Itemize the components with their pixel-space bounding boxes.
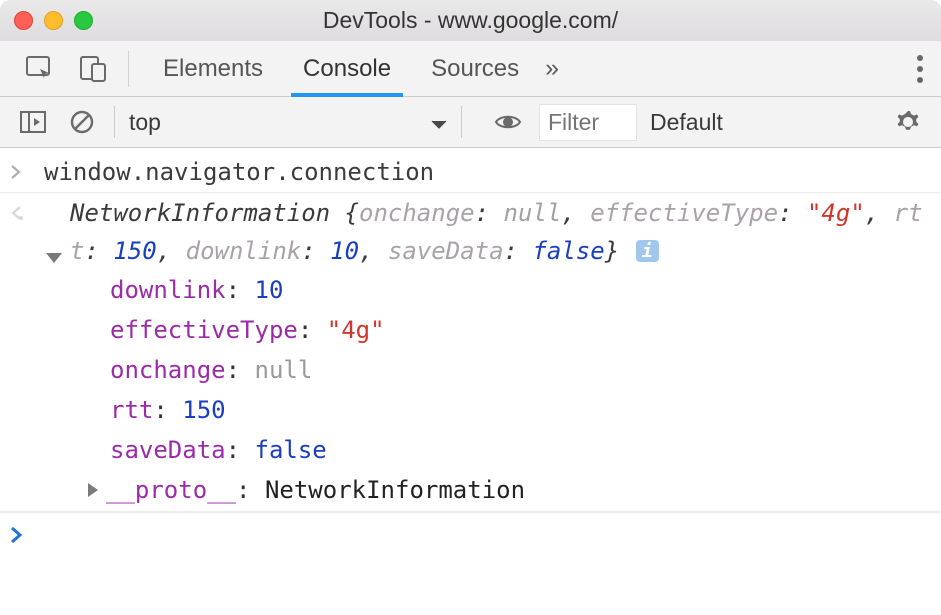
property-rtt[interactable]: rtt: 150	[110, 390, 925, 430]
panel-tabbar: Elements Console Sources »	[0, 41, 941, 97]
panel-tabs: Elements Console Sources	[143, 41, 539, 96]
context-label: top	[129, 109, 161, 136]
tabs-overflow-icon[interactable]: »	[545, 54, 559, 83]
input-caret-icon	[10, 153, 44, 191]
output-caret-icon	[10, 194, 44, 232]
prompt-caret-icon	[10, 517, 44, 555]
tab-console[interactable]: Console	[283, 41, 411, 96]
tab-elements[interactable]: Elements	[143, 41, 283, 96]
toggle-sidebar-icon[interactable]	[14, 111, 52, 133]
console-input-row: window.navigator.connection	[0, 152, 941, 193]
filter-input[interactable]	[540, 105, 636, 140]
settings-gear-icon[interactable]	[889, 109, 927, 135]
tab-sources[interactable]: Sources	[411, 41, 539, 96]
expand-right-icon[interactable]	[88, 483, 98, 497]
property-onchange[interactable]: onchange: null	[110, 350, 925, 390]
clear-console-icon[interactable]	[64, 110, 100, 134]
console-toolbar: top Default	[0, 97, 941, 148]
property-savedata[interactable]: saveData: false	[110, 430, 925, 470]
object-properties: downlink: 10 effectiveType: "4g" onchang…	[44, 270, 925, 510]
property-effectivetype[interactable]: effectiveType: "4g"	[110, 310, 925, 350]
console-command[interactable]: window.navigator.connection	[44, 153, 434, 191]
property-proto[interactable]: __proto__: NetworkInformation	[110, 470, 925, 510]
window-title: DevTools - www.google.com/	[0, 7, 941, 34]
console-output: window.navigator.connection NetworkInfor…	[0, 148, 941, 615]
close-button[interactable]	[14, 11, 33, 30]
console-result-row[interactable]: NetworkInformation {onchange: null, effe…	[0, 193, 941, 512]
more-options-icon[interactable]	[917, 50, 923, 88]
log-level-selector[interactable]: Default	[650, 109, 723, 136]
device-toolbar-icon[interactable]	[72, 56, 114, 82]
inspect-element-icon[interactable]	[18, 56, 62, 82]
info-badge-icon[interactable]: i	[636, 240, 659, 262]
window-controls	[14, 11, 93, 30]
context-selector[interactable]: top	[129, 109, 447, 136]
titlebar: DevTools - www.google.com/	[0, 0, 941, 41]
zoom-button[interactable]	[74, 11, 93, 30]
live-expression-icon[interactable]	[488, 113, 528, 131]
console-prompt-row[interactable]	[0, 512, 941, 555]
object-summary[interactable]: NetworkInformation {onchange: null, effe…	[44, 194, 925, 270]
expand-toggle-icon[interactable]	[46, 236, 62, 274]
property-downlink[interactable]: downlink: 10	[110, 270, 925, 310]
minimize-button[interactable]	[44, 11, 63, 30]
dropdown-arrow-icon	[431, 109, 447, 136]
